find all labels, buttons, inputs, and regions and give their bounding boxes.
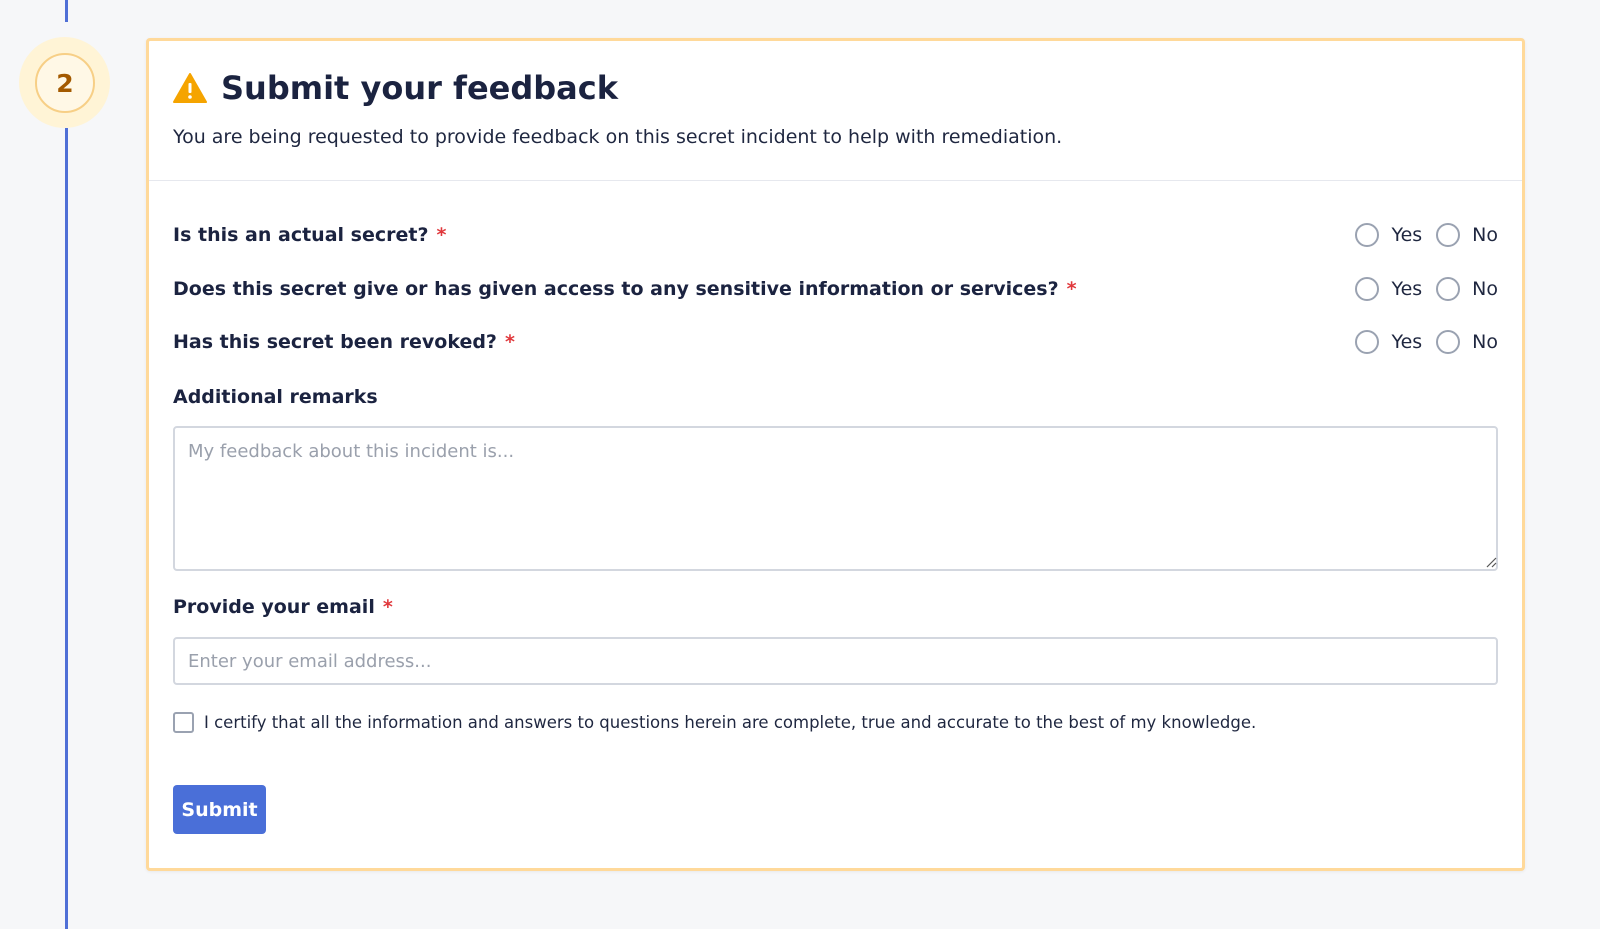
page-title: Submit your feedback	[221, 69, 619, 107]
radio-circle[interactable]	[1355, 330, 1380, 354]
remarks-textarea[interactable]	[173, 426, 1498, 571]
question-sensitive-access: Does this secret give or has given acces…	[173, 274, 1498, 304]
required-marker: *	[1066, 278, 1077, 300]
radio-no[interactable]: No	[1436, 223, 1498, 247]
radio-label: No	[1472, 278, 1498, 300]
radio-label: No	[1472, 331, 1498, 353]
step-number-badge: 2	[35, 53, 95, 113]
resize-grip-icon[interactable]	[1485, 556, 1497, 568]
email-field[interactable]	[173, 637, 1498, 685]
required-marker: *	[436, 224, 447, 246]
feedback-card: Submit your feedback You are being reque…	[146, 38, 1525, 871]
radio-group: Yes No	[1341, 330, 1498, 354]
radio-circle[interactable]	[1355, 277, 1380, 301]
submit-button[interactable]: Submit	[173, 785, 266, 834]
radio-label: Yes	[1391, 278, 1423, 300]
certify-row: I certify that all the information and a…	[173, 712, 1256, 733]
required-marker: *	[504, 331, 515, 353]
card-header: Submit your feedback You are being reque…	[149, 41, 1522, 181]
timeline-line-top	[65, 0, 68, 22]
radio-circle[interactable]	[1436, 223, 1461, 247]
radio-circle[interactable]	[1436, 330, 1461, 354]
remarks-label: Additional remarks	[173, 386, 378, 408]
radio-no[interactable]: No	[1436, 277, 1498, 301]
certify-text: I certify that all the information and a…	[204, 713, 1257, 732]
timeline-line-bottom	[65, 128, 68, 929]
radio-label: No	[1472, 224, 1498, 246]
question-text: Does this secret give or has given acces…	[173, 278, 1059, 300]
radio-group: Yes No	[1341, 277, 1498, 301]
question-label: Is this an actual secret? *	[173, 224, 446, 246]
question-label: Has this secret been revoked? *	[173, 331, 515, 353]
email-label-text: Provide your email	[173, 596, 375, 618]
radio-circle[interactable]	[1355, 223, 1380, 247]
radio-label: Yes	[1391, 331, 1423, 353]
page-subtitle: You are being requested to provide feedb…	[173, 126, 1063, 148]
radio-label: Yes	[1391, 224, 1423, 246]
title-row: Submit your feedback	[173, 67, 1522, 109]
radio-circle[interactable]	[1436, 277, 1461, 301]
question-text: Is this an actual secret?	[173, 224, 429, 246]
radio-yes[interactable]: Yes	[1355, 223, 1422, 247]
radio-yes[interactable]: Yes	[1355, 277, 1422, 301]
question-actual-secret: Is this an actual secret? * Yes No	[173, 220, 1498, 250]
required-marker: *	[382, 596, 393, 618]
radio-yes[interactable]: Yes	[1355, 330, 1422, 354]
email-label: Provide your email *	[173, 596, 393, 618]
question-revoked: Has this secret been revoked? * Yes No	[173, 327, 1498, 357]
radio-no[interactable]: No	[1436, 330, 1498, 354]
question-label: Does this secret give or has given acces…	[173, 278, 1077, 300]
certify-checkbox[interactable]	[173, 712, 194, 733]
question-text: Has this secret been revoked?	[173, 331, 497, 353]
radio-group: Yes No	[1341, 223, 1498, 247]
warning-icon	[173, 73, 207, 103]
